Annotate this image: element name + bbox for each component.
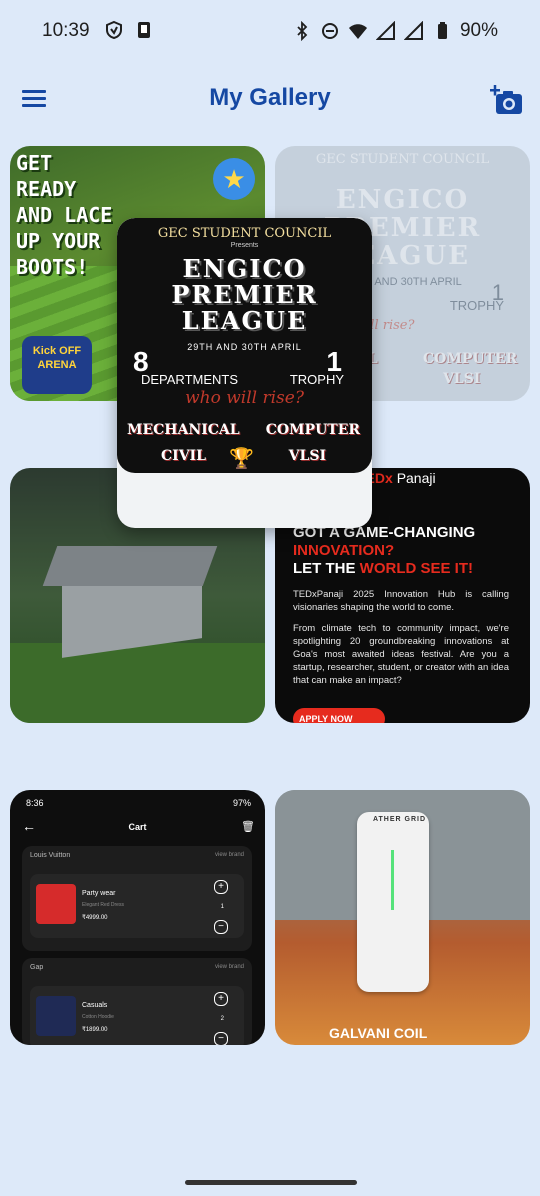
poster-cat-civil: CIVIL — [161, 448, 206, 464]
poster-title-line2: PREMIER — [171, 280, 318, 309]
status-left-icons — [104, 20, 154, 40]
wifi-icon — [348, 24, 367, 39]
tedx-headline-world: WORLD SEE IT! — [359, 560, 473, 577]
minus-icon: − — [214, 1032, 228, 1045]
cart-item-1-price: ₹4999.00 — [82, 915, 108, 921]
tedx-apply-now: APPLY NOW — [293, 708, 385, 723]
tedx-city: Panaji — [396, 470, 436, 486]
poster-cat-mechanical: MECHANICAL — [127, 422, 240, 438]
battery-percent: 90% — [459, 20, 498, 41]
add-photo-button[interactable] — [490, 84, 524, 116]
gallery-item-cart-screenshot[interactable]: 8:36 97% ← Cart 🗑 Louis Vuitton view bra… — [10, 790, 265, 1045]
bluetooth-icon — [297, 21, 308, 41]
vpn-shield-icon — [106, 20, 122, 40]
wall-painted-text: GALVANI COIL — [329, 1025, 428, 1041]
grass-ground — [10, 643, 265, 723]
plus-icon: + — [214, 992, 228, 1006]
cart-item-2-name: Casuals — [82, 1002, 108, 1009]
red-dress-thumbnail — [36, 884, 76, 924]
poster-tagline: who will rise? — [185, 388, 304, 408]
app-bar: My Gallery — [0, 72, 540, 128]
dragged-gallery-item[interactable]: GEC STUDENT COUNCIL Presents ENGICO PREM… — [117, 218, 372, 528]
cart-status-battery: 97% — [232, 798, 251, 808]
cart-item-2: Casuals Cotton Hoodie ₹1899.00 + 2 − — [30, 986, 244, 1045]
signal-2-icon — [403, 21, 423, 40]
cart-item-2-price: ₹1899.00 — [82, 1027, 108, 1033]
poster-headline: GET READY AND LACE UP YOUR BOOTS! — [16, 151, 113, 279]
poster-trophy-label: TROPHY — [289, 372, 344, 387]
tedx-headline: GOT A GAME-CHANGING INNOVATION? LET THE … — [293, 524, 518, 578]
tedx-para-1: TEDxPanaji 2025 Innovation Hub is callin… — [293, 589, 509, 613]
poster-presents: Presents — [230, 242, 259, 249]
favorite-star-icon[interactable]: ★ — [213, 158, 255, 200]
poster-council: GEC STUDENT COUNCIL — [157, 226, 332, 241]
plus-icon: + — [214, 880, 228, 894]
poster-departments-label: DEPARTMENTS — [141, 372, 239, 387]
cart-item-1-sub: Elegant Red Dress — [82, 902, 124, 908]
engico-poster: GEC STUDENT COUNCIL Presents ENGICO PREM… — [117, 218, 372, 473]
do-not-disturb-icon — [321, 23, 338, 39]
kickoff-arena-logo: Kick OFF ARENA — [22, 336, 92, 394]
cart-view-brand-1: view brand — [214, 852, 244, 858]
poster-council: GEC STUDENT COUNCIL — [315, 152, 490, 167]
trophy-icon: 🏆 — [229, 448, 254, 470]
poster-title-line1: ENGICO — [335, 185, 470, 215]
poster-title-line1: ENGICO — [182, 254, 307, 283]
tedx-headline-line2: INNOVATION? — [293, 542, 395, 559]
cart-view-brand-2: view brand — [214, 964, 244, 970]
charger-led-stripe — [391, 850, 394, 910]
cart-brand-2: Gap — [30, 964, 44, 971]
cart-item-2-qty: 2 — [220, 1016, 224, 1022]
poster-cat-vlsi: VLSI — [288, 448, 326, 464]
page-title: My Gallery — [209, 84, 331, 111]
poster-cat-computer: COMPUTER — [265, 422, 360, 438]
cart-trash-icon: 🗑 — [241, 821, 255, 833]
tedx-headline-line3: LET THE WORLD SEE IT! — [293, 560, 518, 578]
tedx-para-2: From climate tech to community impact, w… — [293, 623, 509, 686]
cart-item-1-qty: 1 — [220, 904, 224, 910]
tedx-body: TEDxPanaji 2025 Innovation Hub is callin… — [293, 588, 509, 687]
poster-cat-vlsi: VLSI — [443, 371, 481, 387]
gallery-item-charger-photo[interactable]: ATHER GRID GALVANI COIL — [275, 790, 530, 1045]
poster-title-line3: LEAGUE — [181, 306, 308, 335]
poster-cat-computer: COMPUTER — [423, 351, 518, 367]
tedx-headline-let: LET THE — [293, 560, 360, 577]
cart-section-2: Gap view brand Casuals Cotton Hoodie ₹18… — [22, 958, 252, 1045]
cart-section-1: Louis Vuitton view brand Party wear Eleg… — [22, 846, 252, 951]
status-bar: 10:39 90% — [0, 0, 540, 64]
status-right-icons: 90% — [292, 20, 498, 42]
cart-brand-1: Louis Vuitton — [30, 852, 71, 859]
hoodie-thumbnail — [36, 996, 76, 1036]
home-indicator[interactable] — [185, 1180, 357, 1185]
battery-icon — [437, 22, 447, 39]
poster-trophy-label: TROPHY — [449, 298, 504, 313]
cart-item-1: Party wear Elegant Red Dress ₹4999.00 + … — [30, 874, 244, 938]
status-time: 10:39 — [42, 20, 90, 41]
poster-title: ENGICO PREMIER LEAGUE — [117, 256, 372, 334]
cart-status-time: 8:36 — [26, 798, 44, 808]
cart-title: Cart — [128, 822, 147, 832]
cart-item-2-sub: Cotton Hoodie — [82, 1014, 114, 1020]
cart-item-1-name: Party wear — [82, 890, 116, 897]
house-roof — [42, 546, 218, 586]
minus-icon: − — [214, 920, 228, 934]
signal-icon — [375, 21, 395, 40]
charger-label: ATHER GRID — [373, 816, 427, 823]
app-notification-icon — [138, 22, 150, 38]
